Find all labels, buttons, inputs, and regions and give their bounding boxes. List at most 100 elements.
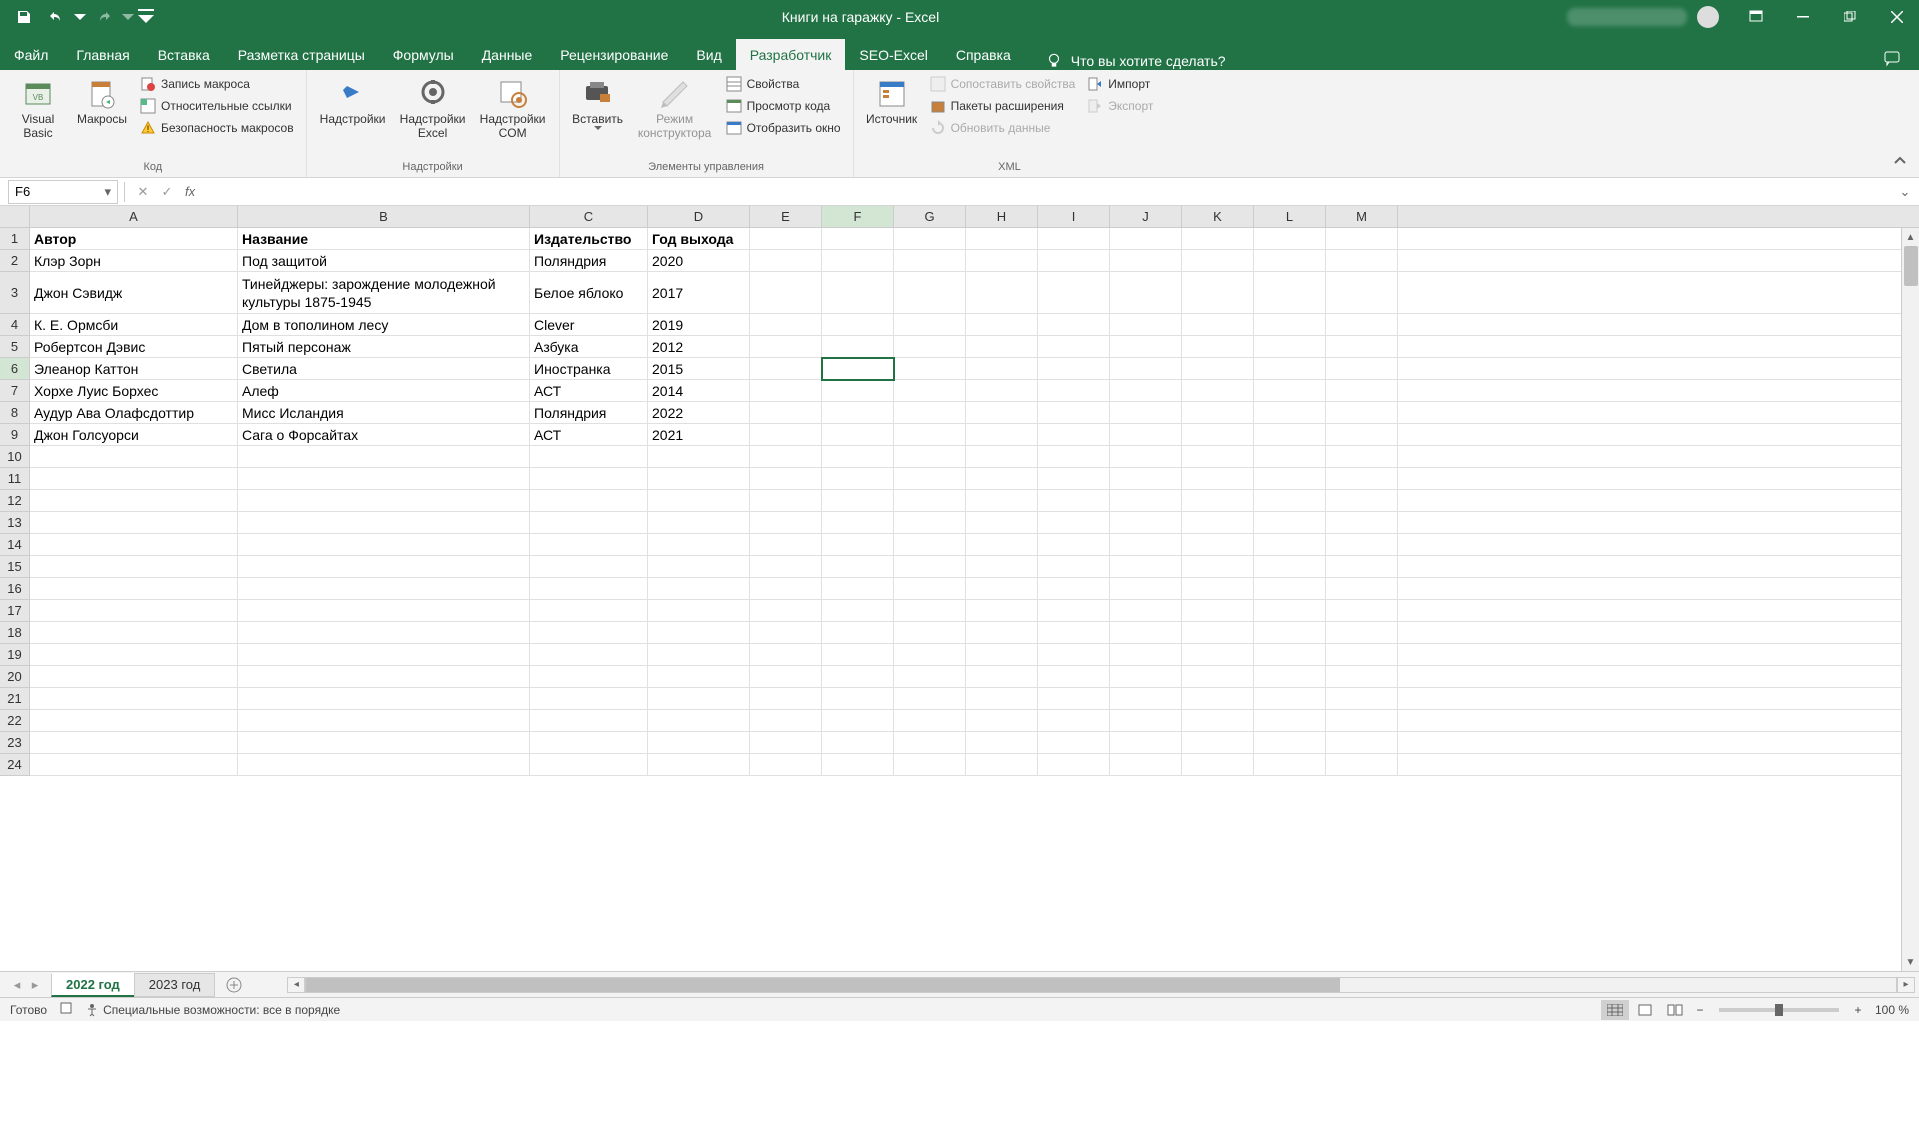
cell[interactable] [1110,490,1182,512]
cell[interactable] [1038,644,1110,666]
cell[interactable] [1038,490,1110,512]
cell[interactable] [648,754,750,776]
cell[interactable] [966,732,1038,754]
cell[interactable] [750,228,822,250]
cell[interactable] [530,490,648,512]
cell[interactable] [1110,666,1182,688]
cell[interactable] [966,424,1038,446]
scroll-down-button[interactable]: ▼ [1902,953,1919,971]
cell[interactable] [966,314,1038,336]
cell[interactable] [750,622,822,644]
cell[interactable] [966,578,1038,600]
name-box[interactable]: F6 ▾ [8,180,118,204]
cell[interactable] [238,644,530,666]
cell[interactable] [750,402,822,424]
cells-area[interactable]: АвторНазваниеИздательствоГод выходаКлэр … [30,228,1919,971]
cell[interactable] [1110,512,1182,534]
cell[interactable] [648,688,750,710]
cell[interactable] [1110,446,1182,468]
cell[interactable] [750,512,822,534]
cell[interactable] [238,754,530,776]
ribbon-tab-справка[interactable]: Справка [942,39,1025,70]
cell[interactable] [1326,490,1398,512]
cell[interactable]: Клэр Зорн [30,250,238,272]
row-header[interactable]: 9 [0,424,30,446]
cell[interactable] [966,622,1038,644]
cell[interactable]: Clever [530,314,648,336]
cell[interactable]: 2015 [648,358,750,380]
cell[interactable] [1182,314,1254,336]
cell[interactable] [30,754,238,776]
cell[interactable] [1254,272,1326,314]
cell[interactable] [1038,228,1110,250]
accessibility-status[interactable]: Специальные возможности: все в порядке [85,1003,340,1017]
cell[interactable] [1038,358,1110,380]
cell[interactable]: Робертсон Дэвис [30,336,238,358]
column-header[interactable]: H [966,206,1038,227]
cell[interactable] [966,666,1038,688]
column-header[interactable]: E [750,206,822,227]
row-header[interactable]: 15 [0,556,30,578]
cell[interactable] [894,250,966,272]
cell[interactable] [1326,754,1398,776]
cell[interactable] [1182,250,1254,272]
cell[interactable] [1254,666,1326,688]
cell[interactable] [530,446,648,468]
cell[interactable] [1110,600,1182,622]
cell[interactable] [648,578,750,600]
cell[interactable] [530,754,648,776]
ribbon-tab-формулы[interactable]: Формулы [379,39,468,70]
cell[interactable] [1038,710,1110,732]
cell[interactable] [894,754,966,776]
cell[interactable] [1182,578,1254,600]
column-header[interactable]: L [1254,206,1326,227]
cell[interactable] [1182,272,1254,314]
cell[interactable] [822,490,894,512]
cell[interactable] [750,644,822,666]
cell[interactable] [750,534,822,556]
cell[interactable] [822,424,894,446]
cell[interactable] [1182,534,1254,556]
xml-export-button[interactable]: Экспорт [1083,96,1157,116]
macros-button[interactable]: Макросы [72,74,132,130]
cell[interactable] [238,534,530,556]
sheet-nav-prev[interactable]: ▸ [26,974,44,996]
cell[interactable] [1326,578,1398,600]
cell[interactable] [1038,688,1110,710]
cell[interactable] [1182,402,1254,424]
cell[interactable] [1326,336,1398,358]
cell[interactable] [750,380,822,402]
cell[interactable]: Под защитой [238,250,530,272]
cell[interactable] [530,512,648,534]
cell[interactable]: Хорхе Луис Борхес [30,380,238,402]
cell[interactable] [822,250,894,272]
column-header[interactable]: K [1182,206,1254,227]
cell[interactable] [648,468,750,490]
cell[interactable] [750,556,822,578]
cell[interactable] [1182,644,1254,666]
cell[interactable] [530,732,648,754]
collapse-ribbon-button[interactable] [1893,154,1907,171]
cell[interactable] [750,578,822,600]
excel-addins-button[interactable]: Надстройки Excel [395,74,471,145]
cell[interactable] [648,732,750,754]
cell[interactable] [1326,272,1398,314]
column-header[interactable]: G [894,206,966,227]
cell[interactable] [530,644,648,666]
cell[interactable] [1326,644,1398,666]
cell[interactable] [822,358,894,380]
row-header[interactable]: 14 [0,534,30,556]
cell[interactable] [1110,314,1182,336]
cell[interactable] [30,688,238,710]
cell[interactable]: Пятый персонаж [238,336,530,358]
cell[interactable] [750,666,822,688]
cell[interactable] [1254,578,1326,600]
ribbon-tab-главная[interactable]: Главная [62,39,143,70]
cancel-formula-button[interactable]: ✕ [131,180,155,204]
hscroll-left-button[interactable]: ◂ [287,977,305,993]
cell[interactable] [1182,490,1254,512]
row-header[interactable]: 20 [0,666,30,688]
cell[interactable] [1254,600,1326,622]
row-header[interactable]: 24 [0,754,30,776]
cell[interactable] [30,446,238,468]
